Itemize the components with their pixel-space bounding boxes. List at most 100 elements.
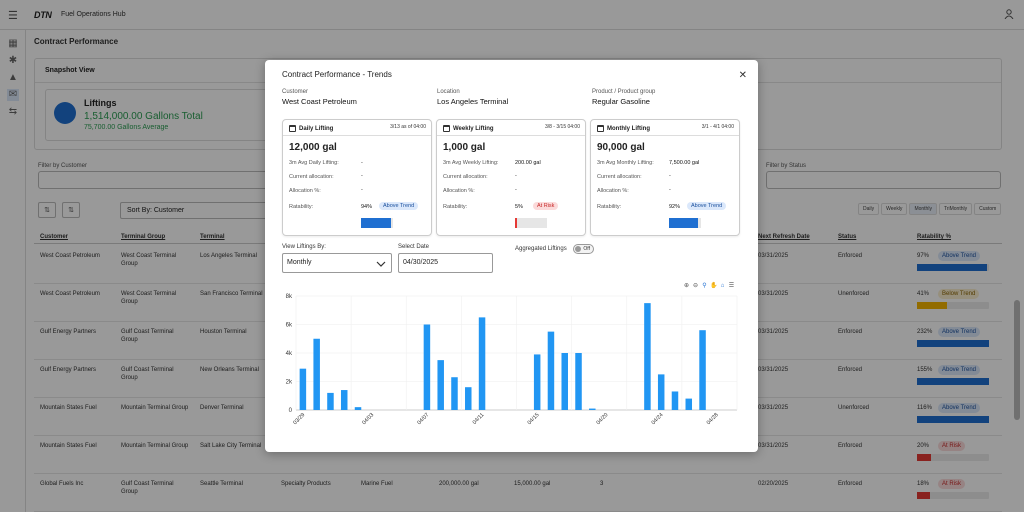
avg-value: 7,500.00 gal	[669, 160, 700, 166]
bar-03-29[interactable]	[299, 368, 307, 410]
location-label: Location	[437, 89, 460, 95]
bar-04-08[interactable]	[437, 360, 444, 410]
customer-label: Customer	[282, 89, 309, 95]
allocation-pct-value: -	[361, 187, 363, 193]
bar-03-30[interactable]	[313, 338, 320, 410]
zoom-in-icon[interactable]: ⊕	[683, 283, 690, 290]
select-date-label: Select Date	[398, 244, 430, 250]
card-title: Daily Lifting	[299, 125, 334, 132]
y-tick-label: 2k	[286, 380, 293, 386]
avg-label: 3m Avg Monthly Lifting:	[597, 160, 654, 166]
pan-icon[interactable]: ✋	[710, 283, 717, 290]
calendar-icon	[443, 125, 450, 132]
ratability-bar	[669, 218, 701, 228]
ratability-bar	[515, 218, 547, 228]
product-value: Regular Gasoline	[592, 97, 650, 106]
ratability-bar	[361, 218, 393, 228]
aggregated-liftings-label: Aggregated Liftings	[515, 246, 567, 252]
bar-04-18[interactable]	[575, 353, 582, 410]
bar-04-11[interactable]	[478, 317, 486, 410]
x-tick-label: 03/29	[292, 412, 306, 426]
bar-04-01[interactable]	[340, 390, 348, 410]
lifting-card-daily: Daily Lifting 3/13 as of 04:00 12,000 gal 3…	[282, 119, 432, 236]
date-input[interactable]: 04/30/2025	[398, 253, 493, 273]
y-tick-label: 6k	[286, 323, 293, 329]
product-info: Product / Product group Regular Gasoline	[592, 89, 655, 106]
bar-03-31[interactable]	[327, 392, 334, 410]
card-header: Daily Lifting	[289, 125, 333, 132]
x-tick-label: 04/24	[651, 412, 665, 426]
allocation-pct-value: -	[669, 187, 671, 193]
bar-04-17[interactable]	[561, 353, 568, 410]
bar-04-15[interactable]	[533, 354, 541, 410]
toggle-state: Off	[583, 246, 590, 252]
lifting-card-weekly: Weekly Lifting 3/8 - 3/15 04:00 1,000 gal 3…	[436, 119, 586, 236]
bar-04-10[interactable]	[465, 387, 472, 410]
card-title: Weekly Lifting	[453, 125, 494, 132]
status-badge: Above Trend	[379, 202, 419, 210]
x-tick-label: 04/28	[706, 412, 720, 426]
ratability-value: 5%	[515, 204, 523, 210]
ratability-value: 94%	[361, 204, 373, 210]
calendar-icon	[597, 125, 604, 132]
customer-value: West Coast Petroleum	[282, 97, 357, 106]
search-zoom-icon[interactable]: ⚲	[701, 283, 708, 290]
card-date: 3/13 as of 04:00	[390, 124, 426, 130]
modal-title: Contract Performance - Trends	[282, 70, 392, 79]
allocation-value: -	[669, 173, 671, 179]
menu-icon[interactable]: ☰	[728, 283, 735, 290]
bar-04-09[interactable]	[451, 377, 458, 410]
zoom-out-icon[interactable]: ⊖	[692, 283, 699, 290]
avg-value: -	[361, 160, 363, 166]
view-liftings-select[interactable]: Monthly	[282, 253, 392, 273]
location-value: Los Angeles Terminal	[437, 97, 509, 106]
chevron-down-icon	[376, 261, 386, 267]
allocation-label: Current allocation:	[289, 174, 334, 180]
trends-modal: Contract Performance - Trends ✕ Customer…	[265, 60, 758, 452]
bar-04-02[interactable]	[354, 407, 362, 410]
x-tick-label: 04/07	[416, 412, 430, 426]
avg-value: 200.00 gal	[515, 160, 541, 166]
bar-04-27[interactable]	[699, 330, 706, 410]
toggle-knob	[575, 246, 581, 252]
card-header: Weekly Lifting	[443, 125, 494, 132]
avg-label: 3m Avg Daily Lifting:	[289, 160, 339, 166]
aggregated-liftings-toggle[interactable]: Off	[573, 244, 594, 254]
y-tick-label: 4k	[286, 351, 293, 357]
ratability-label: Ratability:	[443, 204, 468, 210]
card-amount: 90,000 gal	[597, 142, 645, 153]
close-icon[interactable]: ✕	[739, 70, 747, 81]
allocation-value: -	[515, 173, 517, 179]
ratability-label: Ratability:	[289, 204, 314, 210]
card-header: Monthly Lifting	[597, 125, 650, 132]
liftings-bar-chart: 0 2k 4k 6k 8k 03/29 04/03 04/07 04/11 04/15 04/20 0…	[286, 294, 738, 426]
location-info: Location Los Angeles Terminal	[437, 89, 508, 106]
avg-label: 3m Avg Weekly Lifting:	[443, 160, 499, 166]
status-badge: Above Trend	[687, 202, 727, 210]
card-title: Monthly Lifting	[607, 125, 650, 132]
y-tick-label: 8k	[286, 294, 293, 300]
chart-toolbar: ⊕ ⊖ ⚲ ✋ ⌂ ☰	[683, 283, 735, 290]
customer-info: Customer West Coast Petroleum	[282, 89, 357, 106]
bar-04-25[interactable]	[671, 391, 679, 410]
x-tick-label: 04/11	[472, 412, 486, 426]
allocation-pct-label: Allocation %:	[289, 188, 321, 194]
bar-04-07[interactable]	[423, 324, 431, 411]
x-tick-label: 04/15	[527, 412, 541, 426]
bar-04-23[interactable]	[644, 303, 651, 410]
y-tick-label: 0	[289, 408, 293, 414]
allocation-pct-label: Allocation %:	[443, 188, 475, 194]
bar-04-24[interactable]	[657, 374, 665, 410]
bar-04-16[interactable]	[547, 331, 555, 410]
view-liftings-value: Monthly	[287, 259, 312, 266]
lifting-card-monthly: Monthly Lifting 3/1 - 4/1 04:00 90,000 gal…	[590, 119, 740, 236]
bar-04-19[interactable]	[589, 408, 596, 410]
home-icon[interactable]: ⌂	[719, 283, 726, 290]
x-tick-label: 04/03	[361, 412, 375, 426]
card-date: 3/1 - 4/1 04:00	[701, 124, 734, 130]
allocation-pct-label: Allocation %:	[597, 188, 629, 194]
bar-04-26[interactable]	[685, 398, 693, 410]
calendar-icon	[289, 125, 296, 132]
card-amount: 12,000 gal	[289, 142, 337, 153]
allocation-label: Current allocation:	[597, 174, 642, 180]
